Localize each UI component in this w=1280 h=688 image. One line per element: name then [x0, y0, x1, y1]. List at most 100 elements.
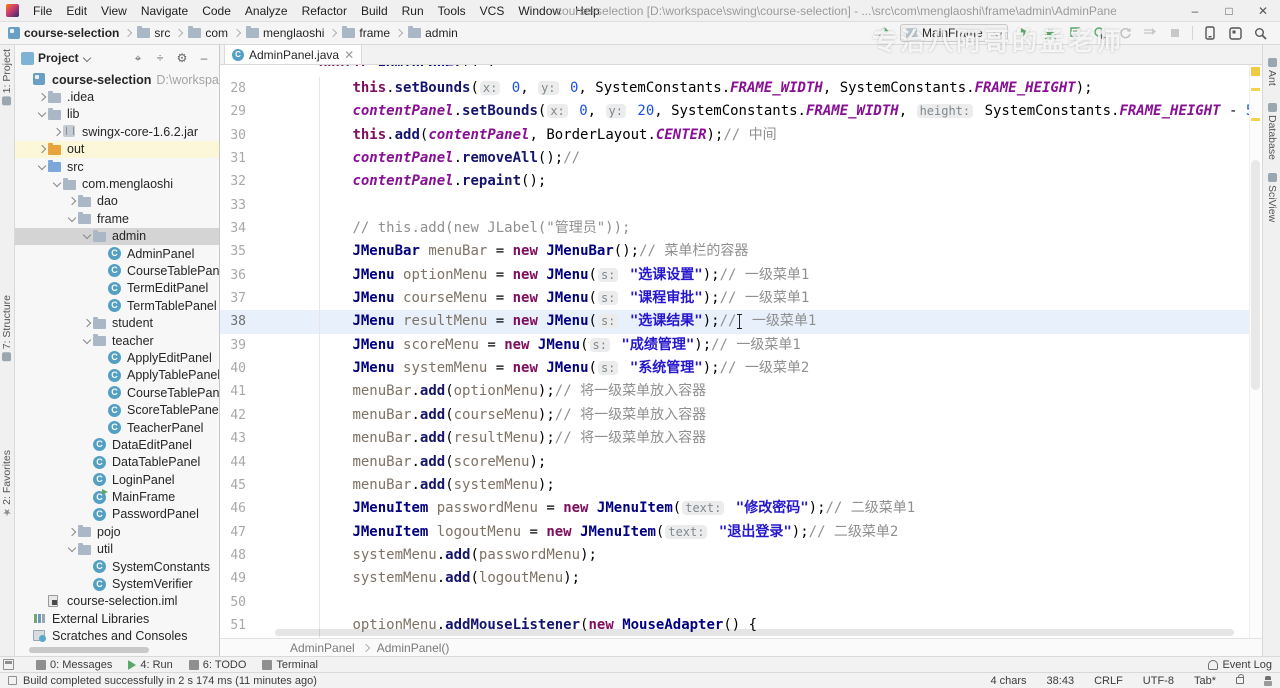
code-line-38[interactable]: 38 JMenu resultMenu = new JMenu(s: "选课结果…: [220, 310, 1249, 334]
run-with-coverage-button[interactable]: [1067, 25, 1083, 41]
tree-item-scoretablepanel[interactable]: ScoreTablePanel: [15, 401, 219, 418]
tree-item-student[interactable]: student: [15, 314, 219, 331]
breadcrumb-method[interactable]: AdminPanel(): [377, 641, 450, 655]
build-hammer-icon[interactable]: [875, 25, 891, 41]
run-configuration-select[interactable]: MainFrame: [900, 24, 1008, 42]
chevron-down-icon[interactable]: [83, 54, 91, 62]
line-number[interactable]: 48: [220, 544, 246, 567]
line-number[interactable]: 51: [220, 614, 246, 637]
code-line-40[interactable]: 40 JMenu systemMenu = new JMenu(s: "系统管理…: [220, 357, 1249, 380]
crumb-course-selection[interactable]: course-selection: [6, 26, 121, 40]
toolwindow-button-0-messages[interactable]: 0: Messages: [36, 659, 112, 671]
scrollbar-thumb[interactable]: [1251, 160, 1260, 390]
menu-navigate[interactable]: Navigate: [134, 0, 195, 22]
code-line-49[interactable]: 49 systemMenu.add(logoutMenu);: [220, 567, 1249, 590]
line-number[interactable]: 35: [220, 240, 246, 263]
tree-item-systemconstants[interactable]: SystemConstants: [15, 558, 219, 575]
chevron-down-icon[interactable]: [81, 230, 93, 242]
tree-item-lib[interactable]: lib: [15, 106, 219, 123]
hector-icon[interactable]: [1264, 675, 1272, 686]
chevron-spacer[interactable]: [21, 74, 33, 86]
tree-item-external-libraries[interactable]: External Libraries: [15, 610, 219, 627]
tree-item-course-selection[interactable]: course-selection D:\workspace\sw: [15, 71, 219, 88]
toolwindow-tab-database[interactable]: Database: [1266, 103, 1278, 160]
line-number[interactable]: 36: [220, 264, 246, 287]
close-button[interactable]: ✕: [1246, 0, 1280, 22]
chevron-right-icon[interactable]: [66, 526, 78, 538]
line-number[interactable]: 40: [220, 357, 246, 380]
line-number[interactable]: 31: [220, 147, 246, 170]
chevron-right-icon[interactable]: [36, 143, 48, 155]
toolwindow-tab-structure[interactable]: 7: Structure: [1, 295, 13, 362]
selection-info[interactable]: 4 chars: [990, 675, 1026, 687]
chevron-down-icon[interactable]: [66, 213, 78, 225]
lock-icon[interactable]: [1236, 674, 1244, 684]
menu-build[interactable]: Build: [354, 0, 395, 22]
tree-item-systemverifier[interactable]: SystemVerifier: [15, 575, 219, 592]
toolwindow-button-terminal[interactable]: Terminal: [262, 659, 318, 671]
toolwindow-button-6-todo[interactable]: 6: TODO: [188, 659, 246, 671]
line-number[interactable]: 50: [220, 591, 246, 614]
menu-tools[interactable]: Tools: [431, 0, 473, 22]
tree-item-frame[interactable]: frame: [15, 210, 219, 227]
run-to-cursor-button[interactable]: [1092, 25, 1108, 41]
line-number[interactable]: 32: [220, 170, 246, 193]
toolwindow-tab-sciview[interactable]: SciView: [1266, 173, 1278, 222]
chevron-right-icon[interactable]: [51, 126, 63, 138]
close-icon[interactable]: ✕: [344, 49, 354, 61]
code-line-46[interactable]: 46 JMenuItem passwordMenu = new JMenuIte…: [220, 497, 1249, 520]
tree-item-termtablepanel[interactable]: TermTablePanel: [15, 297, 219, 314]
line-number[interactable]: 39: [220, 334, 246, 357]
line-number[interactable]: 30: [220, 124, 246, 147]
tree-item-com-menglaoshi[interactable]: com.menglaoshi: [15, 175, 219, 192]
tree-item-coursetablepanel[interactable]: CourseTablePanel: [15, 262, 219, 279]
code-line-41[interactable]: 41 menuBar.add(optionMenu);// 将一级菜单放入容器: [220, 380, 1249, 403]
debug-button[interactable]: [1042, 25, 1058, 41]
menu-analyze[interactable]: Analyze: [238, 0, 295, 22]
menu-run[interactable]: Run: [395, 0, 431, 22]
tree-item-pojo[interactable]: pojo: [15, 523, 219, 540]
line-number[interactable]: 43: [220, 427, 246, 450]
line-number[interactable]: [220, 65, 246, 77]
line-number[interactable]: 44: [220, 451, 246, 474]
run-button[interactable]: [1017, 25, 1033, 41]
toolwindow-button-4-run[interactable]: 4: Run: [128, 659, 173, 671]
code-line-42[interactable]: 42 menuBar.add(courseMenu);// 将一级菜单放入容器: [220, 404, 1249, 427]
menu-code[interactable]: Code: [195, 0, 238, 22]
code-line-35[interactable]: 35 JMenuBar menuBar = new JMenuBar();// …: [220, 240, 1249, 263]
chevron-right-icon[interactable]: [66, 195, 78, 207]
caret-position[interactable]: 38:43: [1047, 675, 1075, 687]
search-everywhere-icon[interactable]: [1252, 25, 1268, 41]
toolwindow-tab-favorites[interactable]: ★ 2: Favorites: [1, 450, 13, 517]
project-panel-title[interactable]: Project: [38, 51, 79, 65]
code-line-39[interactable]: 39 JMenu scoreMenu = new JMenu(s: "成绩管理"…: [220, 334, 1249, 357]
tree-item-idea[interactable]: .idea: [15, 88, 219, 105]
gear-icon[interactable]: ⚙: [173, 51, 191, 65]
chevron-right-icon[interactable]: [81, 317, 93, 329]
code-line-34[interactable]: 34 // this.add(new JLabel("管理员"));: [220, 217, 1249, 240]
code-line-29[interactable]: 29 contentPanel.setBounds(x: 0, y: 20, S…: [220, 100, 1249, 123]
chevron-down-icon[interactable]: [36, 161, 48, 173]
code-line-32[interactable]: 32 contentPanel.repaint();: [220, 170, 1249, 193]
toolwindow-tab-ant[interactable]: Ant: [1266, 58, 1278, 86]
chevron-down-icon[interactable]: [66, 543, 78, 555]
line-number[interactable]: 46: [220, 497, 246, 520]
tree-item-datatablepanel[interactable]: DataTablePanel: [15, 454, 219, 471]
tab-adminpanel-java[interactable]: AdminPanel.java ✕: [224, 45, 363, 64]
crumb-com[interactable]: com: [186, 26, 230, 40]
tree-item-teacherpanel[interactable]: TeacherPanel: [15, 419, 219, 436]
line-number[interactable]: 29: [220, 100, 246, 123]
code-line-44[interactable]: 44 menuBar.add(scoreMenu);: [220, 451, 1249, 474]
tree-item-termeditpanel[interactable]: TermEditPanel: [15, 280, 219, 297]
tree-item-adminpanel[interactable]: AdminPanel: [15, 245, 219, 262]
window-layout-icon[interactable]: [1227, 25, 1243, 41]
maximize-button[interactable]: □: [1212, 0, 1246, 22]
line-number[interactable]: 28: [220, 77, 246, 100]
breadcrumb-class[interactable]: AdminPanel: [290, 641, 355, 655]
tree-item-scratches-and-consoles[interactable]: Scratches and Consoles: [15, 628, 219, 645]
code-line-31[interactable]: 31 contentPanel.removeAll();//: [220, 147, 1249, 170]
build-status-message[interactable]: Build completed successfully in 2 s 174 …: [23, 675, 317, 687]
line-number[interactable]: 33: [220, 194, 246, 217]
chevron-down-icon[interactable]: [81, 335, 93, 347]
editor-hscrollbar[interactable]: [275, 629, 1234, 636]
